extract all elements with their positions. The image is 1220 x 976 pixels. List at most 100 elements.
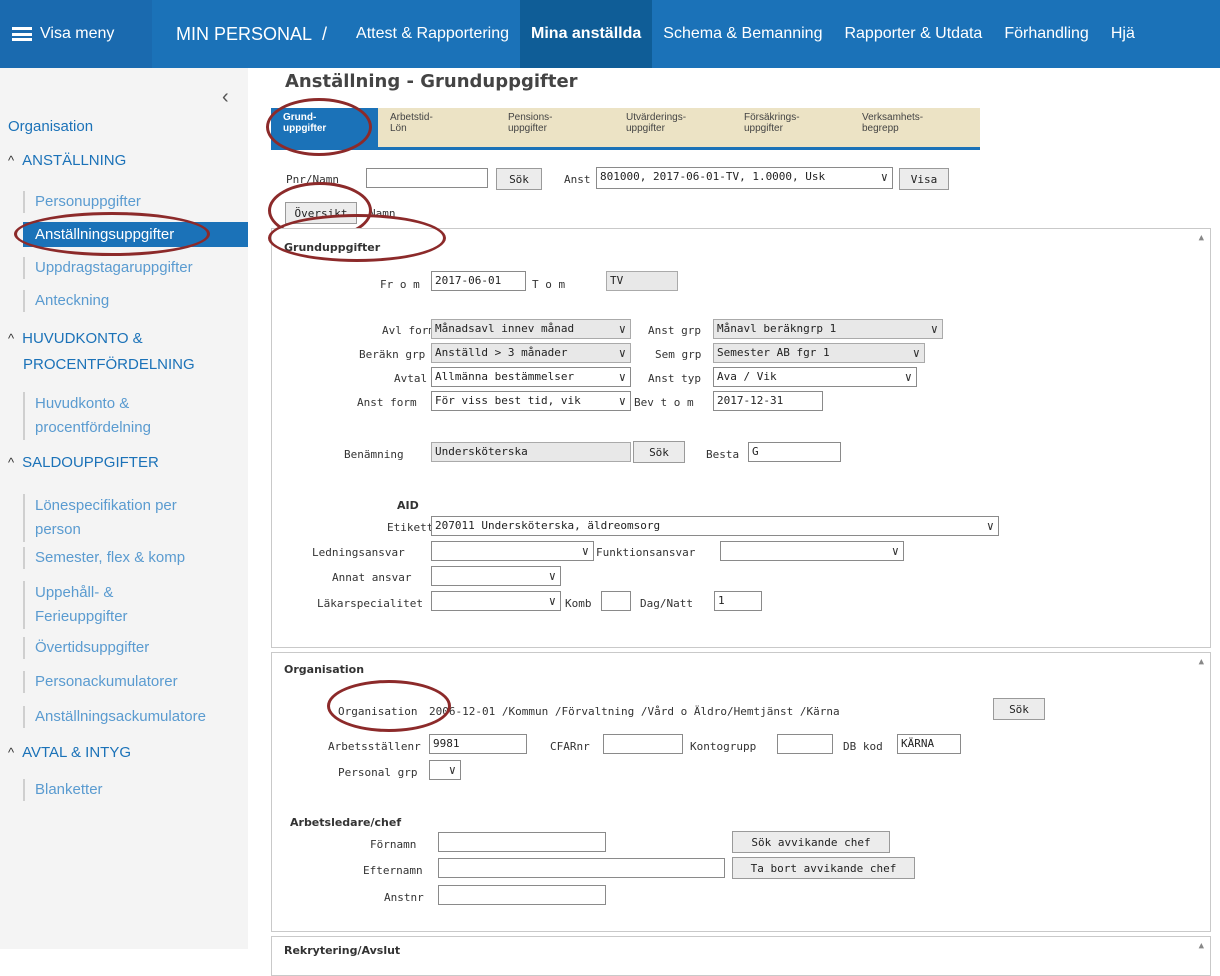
- cfarnr-input[interactable]: [603, 734, 683, 754]
- nav-attest-rapportering[interactable]: Attest & Rapportering: [345, 0, 520, 68]
- sidebar-item-semester[interactable]: Semester, flex & komp: [23, 547, 185, 569]
- berakn-grp-value: Anställd > 3 månader: [435, 346, 568, 359]
- sidebar-item-organisation[interactable]: Organisation: [8, 118, 93, 135]
- nav-hjalp[interactable]: Hjä: [1100, 0, 1146, 68]
- annat-ansvar-select[interactable]: ∨: [431, 566, 561, 586]
- avtal-select[interactable]: Allmänna bestämmelser ∨: [431, 367, 631, 387]
- chevron-down-icon: ∨: [880, 170, 888, 184]
- tom-input[interactable]: TV: [606, 271, 678, 291]
- grunduppgifter-panel: Grunduppgifter ▲ Fr o m 2017-06-01 T o m…: [271, 228, 1211, 648]
- bev-tom-input[interactable]: 2017-12-31: [713, 391, 823, 411]
- sidebar-section-avtal-intyg[interactable]: AVTAL & INTYG: [8, 744, 131, 761]
- annat-ansvar-label: Annat ansvar: [332, 571, 412, 584]
- nav-mina-anstallda[interactable]: Mina anställda: [520, 0, 653, 68]
- page-title: Anställning - Grunduppgifter: [285, 71, 578, 92]
- organisation-sok-button[interactable]: Sök: [993, 698, 1045, 720]
- sok-button[interactable]: Sök: [496, 168, 542, 190]
- sidebar-item-uppehall[interactable]: Uppehåll- & Ferieuppgifter: [23, 581, 128, 629]
- ta-bort-avvikande-chef-button[interactable]: Ta bort avvikande chef: [732, 857, 915, 879]
- berakn-grp-select[interactable]: Anställd > 3 månader ∨: [431, 343, 631, 363]
- sidebar-section-anstallning[interactable]: ANSTÄLLNING: [8, 152, 126, 169]
- show-menu-label: Visa meny: [40, 25, 115, 42]
- rekrytering-panel: Rekrytering/Avslut ▲: [271, 936, 1211, 976]
- sidebar-item-huvudkonto[interactable]: Huvudkonto & procentfördelning: [23, 392, 151, 440]
- visa-button[interactable]: Visa: [899, 168, 949, 190]
- nav-forhandling[interactable]: Förhandling: [993, 0, 1100, 68]
- personal-grp-select[interactable]: ∨: [429, 760, 461, 780]
- sidebar-item-anstallningsackumulatorer[interactable]: Anställningsackumulatore: [23, 706, 206, 728]
- sidebar-item-lonespec-line2: person: [35, 521, 81, 538]
- sidebar-item-overtid[interactable]: Övertidsuppgifter: [23, 637, 149, 659]
- anst-form-label: Anst form: [357, 396, 417, 409]
- fornamn-input[interactable]: [438, 832, 606, 852]
- anst-select-value: 801000, 2017-06-01-TV, 1.0000, Usk: [600, 170, 826, 183]
- scroll-up-icon[interactable]: ▲: [1199, 657, 1204, 667]
- sidebar-item-huvudkonto-line2: procentfördelning: [35, 419, 151, 436]
- tab-label-line2: uppgifter: [508, 123, 547, 134]
- scroll-up-icon[interactable]: ▲: [1199, 233, 1204, 243]
- anst-typ-select[interactable]: Ava / Vik ∨: [713, 367, 917, 387]
- sok-avvikande-chef-button[interactable]: Sök avvikande chef: [732, 831, 890, 853]
- avl-form-select[interactable]: Månadsavl innev månad ∨: [431, 319, 631, 339]
- nav-schema-bemanning[interactable]: Schema & Bemanning: [652, 0, 833, 68]
- db-kod-input[interactable]: KÄRNA: [897, 734, 961, 754]
- tab-forsakringsuppgifter[interactable]: Försäkrings-uppgifter: [732, 108, 850, 147]
- nav-rapporter-utdata[interactable]: Rapporter & Utdata: [833, 0, 993, 68]
- annotation-circle: [268, 214, 446, 262]
- tab-verksamhetsbegrepp[interactable]: Verksamhets-begrepp: [850, 108, 968, 147]
- show-menu-button[interactable]: Visa meny: [0, 0, 152, 68]
- title-separator: /: [322, 23, 328, 44]
- avl-form-label: Avl form: [382, 324, 435, 337]
- anst-form-select[interactable]: För viss best tid, vik ∨: [431, 391, 631, 411]
- main-content: Anställning - Grunduppgifter Grund-uppgi…: [248, 68, 1220, 976]
- benamning-sok-button[interactable]: Sök: [633, 441, 685, 463]
- sidebar-section-huvudkonto[interactable]: HUVUDKONTO &: [8, 330, 143, 347]
- etikett-select[interactable]: 207011 Undersköterska, äldreomsorg ∨: [431, 516, 999, 536]
- sidebar-section-saldouppgifter[interactable]: SALDOUPPGIFTER: [8, 454, 159, 471]
- funktionsansvar-select[interactable]: ∨: [720, 541, 904, 561]
- sem-grp-select[interactable]: Semester AB fgr 1 ∨: [713, 343, 925, 363]
- sidebar-item-blanketter[interactable]: Blanketter: [23, 779, 103, 801]
- organisation-header: Organisation: [284, 663, 365, 676]
- sidebar: ‹ Organisation ANSTÄLLNING Personuppgift…: [0, 68, 248, 949]
- chevron-down-icon: ∨: [548, 569, 556, 583]
- anstnr-label: Anstnr: [384, 891, 424, 904]
- chevron-down-icon: ∨: [618, 346, 626, 360]
- sidebar-item-personackumulatorer[interactable]: Personackumulatorer: [23, 671, 178, 693]
- chevron-down-icon: ∨: [986, 519, 994, 533]
- tab-bar: Grund-uppgifter Arbetstid- Lön Pensions-u…: [271, 108, 980, 150]
- anst-label: Anst: [564, 173, 591, 186]
- kontogrupp-input[interactable]: [777, 734, 833, 754]
- tab-label-line2: Lön: [390, 123, 407, 134]
- anstnr-input[interactable]: [438, 885, 606, 905]
- ledningsansvar-select[interactable]: ∨: [431, 541, 594, 561]
- tab-utvarderingsuppgifter[interactable]: Utvärderings-uppgifter: [614, 108, 732, 147]
- besta-input[interactable]: G: [748, 442, 841, 462]
- collapse-sidebar-icon[interactable]: ‹: [222, 86, 229, 109]
- scroll-up-icon[interactable]: ▲: [1199, 941, 1204, 951]
- sidebar-item-personuppgifter[interactable]: Personuppgifter: [23, 191, 141, 213]
- personal-grp-label: Personal grp: [338, 766, 418, 779]
- main-nav: Attest & Rapportering Mina anställda Sch…: [345, 0, 1146, 68]
- lakarspecialitet-select[interactable]: ∨: [431, 591, 561, 611]
- annotation-circle: [14, 212, 210, 256]
- benamning-input[interactable]: Undersköterska: [431, 442, 631, 462]
- arbetsstallenr-input[interactable]: 9981: [429, 734, 527, 754]
- tab-label-line2: begrepp: [862, 123, 899, 134]
- sidebar-section-huvudkonto-line2[interactable]: PROCENTFÖRDELNING: [23, 356, 195, 373]
- anst-select[interactable]: 801000, 2017-06-01-TV, 1.0000, Usk ∨: [596, 167, 893, 189]
- etikett-value: 207011 Undersköterska, äldreomsorg: [435, 519, 661, 532]
- efternamn-input[interactable]: [438, 858, 725, 878]
- from-date-input[interactable]: 2017-06-01: [431, 271, 526, 291]
- dag-natt-input[interactable]: 1: [714, 591, 762, 611]
- etikett-label: Etikett: [387, 521, 434, 534]
- tab-arbetstid-lon[interactable]: Arbetstid- Lön: [378, 108, 496, 147]
- tab-pensionsuppgifter[interactable]: Pensions-uppgifter: [496, 108, 614, 147]
- komb-input[interactable]: [601, 591, 631, 611]
- sidebar-item-lonespecifikation[interactable]: Lönespecifikation per person: [23, 494, 177, 542]
- pnr-namn-input[interactable]: [366, 168, 488, 188]
- sidebar-item-uppdragstagaruppgifter[interactable]: Uppdragstagaruppgifter: [23, 257, 193, 279]
- sidebar-item-anteckning[interactable]: Anteckning: [23, 290, 109, 312]
- app-title[interactable]: MIN PERSONAL: [152, 24, 312, 45]
- anst-grp-select[interactable]: Månavl beräkngrp 1 ∨: [713, 319, 943, 339]
